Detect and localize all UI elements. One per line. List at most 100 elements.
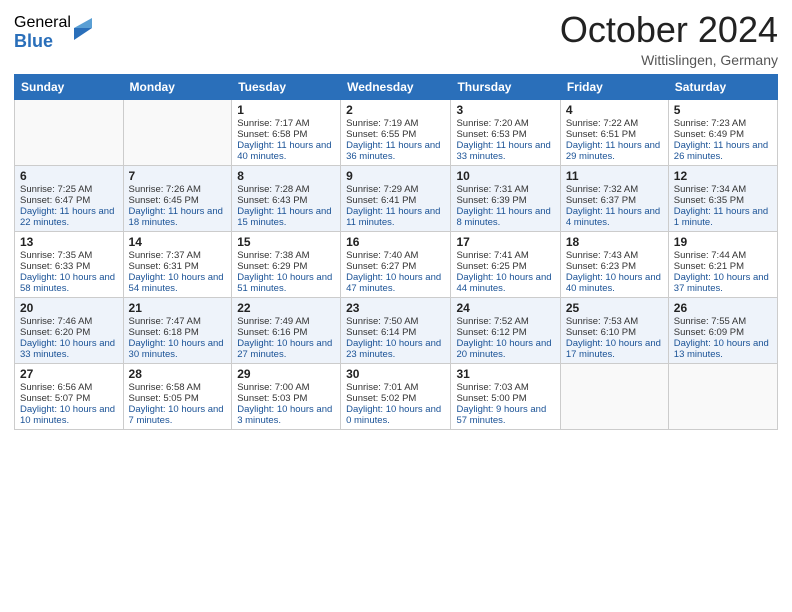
day-number: 23 bbox=[346, 301, 445, 315]
daylight-text: Daylight: 10 hours and 17 minutes. bbox=[566, 338, 663, 360]
sunset-text: Sunset: 6:18 PM bbox=[129, 327, 227, 338]
table-cell: 28Sunrise: 6:58 AMSunset: 5:05 PMDayligh… bbox=[123, 363, 232, 429]
day-number: 18 bbox=[566, 235, 663, 249]
table-cell: 8Sunrise: 7:28 AMSunset: 6:43 PMDaylight… bbox=[232, 165, 341, 231]
sunrise-text: Sunrise: 7:34 AM bbox=[674, 184, 772, 195]
logo-icon bbox=[74, 18, 92, 40]
sunrise-text: Sunrise: 7:19 AM bbox=[346, 118, 445, 129]
day-number: 9 bbox=[346, 169, 445, 183]
daylight-text: Daylight: 10 hours and 13 minutes. bbox=[674, 338, 772, 360]
header-monday: Monday bbox=[123, 74, 232, 99]
daylight-text: Daylight: 10 hours and 0 minutes. bbox=[346, 404, 445, 426]
sunset-text: Sunset: 6:09 PM bbox=[674, 327, 772, 338]
sunset-text: Sunset: 5:07 PM bbox=[20, 393, 118, 404]
header-saturday: Saturday bbox=[668, 74, 777, 99]
month-title: October 2024 bbox=[560, 10, 778, 50]
day-number: 28 bbox=[129, 367, 227, 381]
header-friday: Friday bbox=[560, 74, 668, 99]
table-cell: 14Sunrise: 7:37 AMSunset: 6:31 PMDayligh… bbox=[123, 231, 232, 297]
logo-general: General bbox=[14, 14, 71, 32]
daylight-text: Daylight: 11 hours and 15 minutes. bbox=[237, 206, 335, 228]
sunrise-text: Sunrise: 7:17 AM bbox=[237, 118, 335, 129]
table-cell: 11Sunrise: 7:32 AMSunset: 6:37 PMDayligh… bbox=[560, 165, 668, 231]
table-cell: 2Sunrise: 7:19 AMSunset: 6:55 PMDaylight… bbox=[341, 99, 451, 165]
daylight-text: Daylight: 11 hours and 33 minutes. bbox=[456, 140, 554, 162]
calendar-table: Sunday Monday Tuesday Wednesday Thursday… bbox=[14, 74, 778, 430]
table-cell bbox=[123, 99, 232, 165]
day-number: 13 bbox=[20, 235, 118, 249]
day-number: 17 bbox=[456, 235, 554, 249]
sunset-text: Sunset: 6:29 PM bbox=[237, 261, 335, 272]
table-cell: 10Sunrise: 7:31 AMSunset: 6:39 PMDayligh… bbox=[451, 165, 560, 231]
sunrise-text: Sunrise: 6:58 AM bbox=[129, 382, 227, 393]
sunset-text: Sunset: 6:35 PM bbox=[674, 195, 772, 206]
daylight-text: Daylight: 9 hours and 57 minutes. bbox=[456, 404, 554, 426]
header-sunday: Sunday bbox=[15, 74, 124, 99]
sunset-text: Sunset: 6:10 PM bbox=[566, 327, 663, 338]
daylight-text: Daylight: 11 hours and 29 minutes. bbox=[566, 140, 663, 162]
day-number: 26 bbox=[674, 301, 772, 315]
table-cell: 7Sunrise: 7:26 AMSunset: 6:45 PMDaylight… bbox=[123, 165, 232, 231]
daylight-text: Daylight: 10 hours and 51 minutes. bbox=[237, 272, 335, 294]
table-cell: 5Sunrise: 7:23 AMSunset: 6:49 PMDaylight… bbox=[668, 99, 777, 165]
table-cell: 29Sunrise: 7:00 AMSunset: 5:03 PMDayligh… bbox=[232, 363, 341, 429]
week-row-1: 1Sunrise: 7:17 AMSunset: 6:58 PMDaylight… bbox=[15, 99, 778, 165]
table-cell bbox=[668, 363, 777, 429]
table-cell: 16Sunrise: 7:40 AMSunset: 6:27 PMDayligh… bbox=[341, 231, 451, 297]
table-cell: 1Sunrise: 7:17 AMSunset: 6:58 PMDaylight… bbox=[232, 99, 341, 165]
sunrise-text: Sunrise: 7:32 AM bbox=[566, 184, 663, 195]
sunset-text: Sunset: 6:25 PM bbox=[456, 261, 554, 272]
day-number: 24 bbox=[456, 301, 554, 315]
day-number: 5 bbox=[674, 103, 772, 117]
sunset-text: Sunset: 6:21 PM bbox=[674, 261, 772, 272]
sunset-text: Sunset: 6:49 PM bbox=[674, 129, 772, 140]
header-tuesday: Tuesday bbox=[232, 74, 341, 99]
sunrise-text: Sunrise: 7:46 AM bbox=[20, 316, 118, 327]
table-cell: 9Sunrise: 7:29 AMSunset: 6:41 PMDaylight… bbox=[341, 165, 451, 231]
daylight-text: Daylight: 10 hours and 10 minutes. bbox=[20, 404, 118, 426]
sunrise-text: Sunrise: 7:44 AM bbox=[674, 250, 772, 261]
sunset-text: Sunset: 6:51 PM bbox=[566, 129, 663, 140]
sunrise-text: Sunrise: 7:03 AM bbox=[456, 382, 554, 393]
day-number: 30 bbox=[346, 367, 445, 381]
daylight-text: Daylight: 11 hours and 26 minutes. bbox=[674, 140, 772, 162]
day-number: 8 bbox=[237, 169, 335, 183]
day-number: 12 bbox=[674, 169, 772, 183]
day-number: 25 bbox=[566, 301, 663, 315]
sunset-text: Sunset: 6:55 PM bbox=[346, 129, 445, 140]
sunrise-text: Sunrise: 7:38 AM bbox=[237, 250, 335, 261]
sunset-text: Sunset: 6:37 PM bbox=[566, 195, 663, 206]
sunset-text: Sunset: 6:14 PM bbox=[346, 327, 445, 338]
table-cell: 17Sunrise: 7:41 AMSunset: 6:25 PMDayligh… bbox=[451, 231, 560, 297]
sunrise-text: Sunrise: 7:28 AM bbox=[237, 184, 335, 195]
sunrise-text: Sunrise: 7:00 AM bbox=[237, 382, 335, 393]
table-cell: 23Sunrise: 7:50 AMSunset: 6:14 PMDayligh… bbox=[341, 297, 451, 363]
day-number: 16 bbox=[346, 235, 445, 249]
day-number: 14 bbox=[129, 235, 227, 249]
daylight-text: Daylight: 10 hours and 54 minutes. bbox=[129, 272, 227, 294]
weekday-header-row: Sunday Monday Tuesday Wednesday Thursday… bbox=[15, 74, 778, 99]
logo-text: General Blue bbox=[14, 14, 71, 51]
page: General Blue October 2024 Wittislingen, … bbox=[0, 0, 792, 612]
daylight-text: Daylight: 10 hours and 33 minutes. bbox=[20, 338, 118, 360]
sunrise-text: Sunrise: 7:50 AM bbox=[346, 316, 445, 327]
daylight-text: Daylight: 10 hours and 23 minutes. bbox=[346, 338, 445, 360]
daylight-text: Daylight: 10 hours and 40 minutes. bbox=[566, 272, 663, 294]
sunset-text: Sunset: 6:53 PM bbox=[456, 129, 554, 140]
week-row-4: 20Sunrise: 7:46 AMSunset: 6:20 PMDayligh… bbox=[15, 297, 778, 363]
sunrise-text: Sunrise: 7:49 AM bbox=[237, 316, 335, 327]
daylight-text: Daylight: 11 hours and 36 minutes. bbox=[346, 140, 445, 162]
day-number: 3 bbox=[456, 103, 554, 117]
table-cell bbox=[560, 363, 668, 429]
week-row-5: 27Sunrise: 6:56 AMSunset: 5:07 PMDayligh… bbox=[15, 363, 778, 429]
sunrise-text: Sunrise: 7:01 AM bbox=[346, 382, 445, 393]
day-number: 20 bbox=[20, 301, 118, 315]
table-cell: 15Sunrise: 7:38 AMSunset: 6:29 PMDayligh… bbox=[232, 231, 341, 297]
table-cell: 27Sunrise: 6:56 AMSunset: 5:07 PMDayligh… bbox=[15, 363, 124, 429]
day-number: 2 bbox=[346, 103, 445, 117]
logo: General Blue bbox=[14, 14, 92, 51]
day-number: 27 bbox=[20, 367, 118, 381]
day-number: 10 bbox=[456, 169, 554, 183]
header-wednesday: Wednesday bbox=[341, 74, 451, 99]
sunset-text: Sunset: 6:39 PM bbox=[456, 195, 554, 206]
